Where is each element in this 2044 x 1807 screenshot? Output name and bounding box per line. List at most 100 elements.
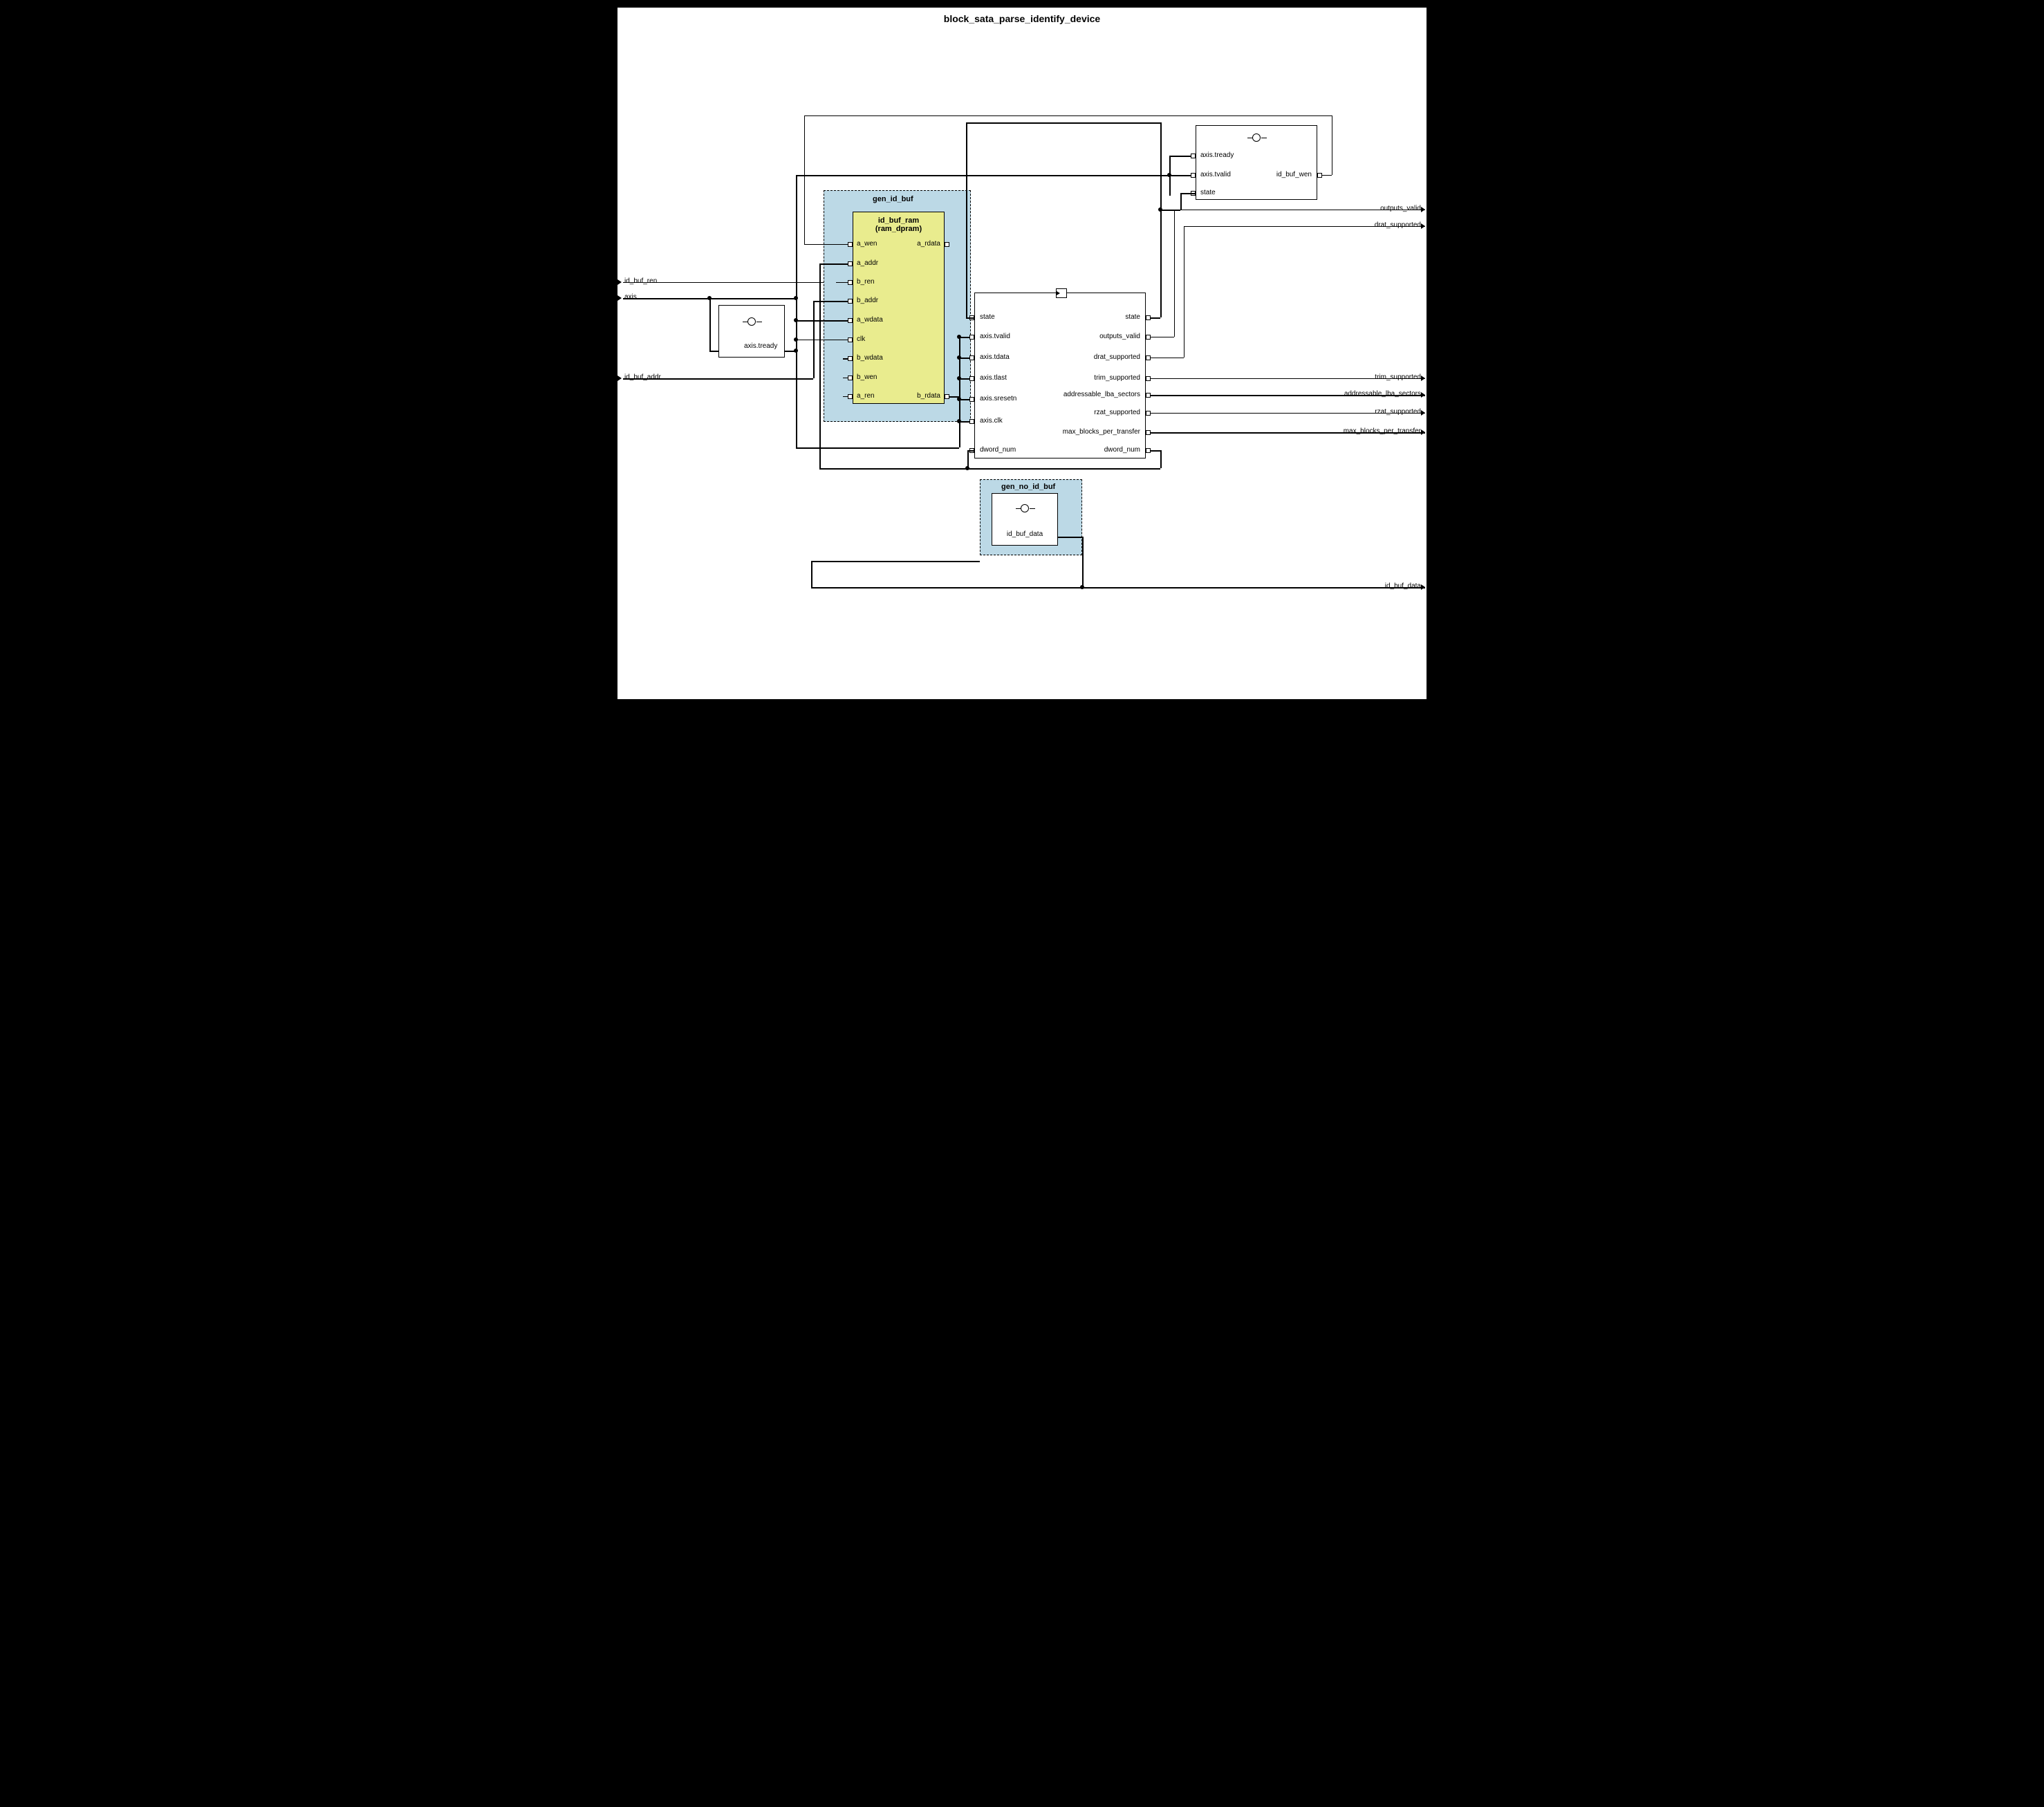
port-mark (848, 394, 853, 399)
main-port-state-in: state (980, 313, 995, 321)
junction-dot (957, 376, 961, 380)
combo-icon (1247, 133, 1267, 142)
junction-dot (1158, 207, 1162, 212)
wire-bus (819, 468, 967, 470)
ext-port-out-arrow (1421, 584, 1425, 590)
wire (1174, 210, 1175, 337)
ext-port-in-arrow (617, 279, 622, 285)
port-mark (1146, 355, 1151, 360)
main-port-sresetn: axis.sresetn (980, 395, 1016, 402)
wire-bus (1082, 537, 1084, 587)
main-port-tlast: axis.tlast (980, 374, 1007, 382)
wire (804, 115, 1332, 116)
port-mark (1146, 448, 1151, 453)
junction-dot (957, 419, 961, 423)
port-mark (1146, 376, 1151, 381)
ram-port-clk: clk (857, 335, 865, 343)
main-port-rzat_supported: rzat_supported (1094, 409, 1140, 416)
wire-bus (1151, 450, 1160, 452)
port-mark (969, 335, 974, 340)
port-mark (945, 242, 949, 247)
gen_id_buf-title: gen_id_buf (873, 195, 913, 203)
wire-bus (709, 298, 796, 299)
main-port-dword_num-in: dword_num (980, 446, 1016, 454)
combo-icon (743, 317, 762, 326)
ram-port-a_wdata: a_wdata (857, 316, 883, 324)
wire-bus (709, 351, 718, 352)
main-port-clk: axis.clk (980, 417, 1003, 425)
wire-bus (796, 175, 1169, 176)
wire-bus (819, 263, 836, 265)
wire-bus (967, 450, 974, 452)
ram-port-b_addr: b_addr (857, 297, 878, 304)
wire-bus (709, 298, 711, 351)
ext-port-id_buf_addr: id_buf_addr (624, 373, 661, 381)
wire-bus (819, 263, 821, 468)
junction-dot (957, 355, 961, 360)
ram-port-b_wdata: b_wdata (857, 354, 883, 362)
ram-port-a_ren: a_ren (857, 392, 875, 400)
main-port-trim_supported: trim_supported (1094, 374, 1140, 382)
junction-dot (1080, 585, 1084, 589)
port-mark (1146, 430, 1151, 435)
id_buf_data-combo-block: id_buf_data (992, 493, 1058, 546)
ext-port-out-arrow (1421, 223, 1425, 229)
junction-dot (957, 335, 961, 339)
port-mark (1146, 335, 1151, 340)
wire-bus (813, 301, 815, 378)
main-port-tvalid: axis.tvalid (980, 333, 1010, 340)
register-icon (1056, 288, 1067, 298)
wire-bus (811, 587, 1425, 589)
junction-dot (794, 318, 798, 322)
ext-port-axis: axis (624, 293, 637, 301)
main-port-state-out: state (1125, 313, 1140, 321)
wire (1322, 175, 1332, 176)
wire-bus (966, 122, 1160, 124)
port-mark (848, 280, 853, 285)
diagram-title: block_sata_parse_identify_device (617, 13, 1427, 24)
wire-bus (1180, 193, 1182, 210)
wire-bus (623, 378, 813, 380)
main-port-tdata: axis.tdata (980, 353, 1010, 361)
port-mark (848, 261, 853, 266)
port-mark (969, 376, 974, 381)
port-mark (969, 419, 974, 424)
top-port-tready: axis.tready (1200, 151, 1234, 159)
id_buf_ram-name: id_buf_ram (853, 216, 944, 225)
wire-bus (811, 561, 812, 587)
wire-bus (836, 263, 848, 265)
port-mark (945, 394, 949, 399)
ram-port-b_wen: b_wen (857, 373, 877, 381)
port-mark (848, 356, 853, 361)
ram-port-a_addr: a_addr (857, 259, 878, 267)
junction-dot (794, 296, 798, 300)
id_buf_data-port: id_buf_data (992, 530, 1057, 538)
main-port-dword_num-out: dword_num (1104, 446, 1140, 454)
wire-bus (1058, 537, 1082, 538)
wire-bus (796, 320, 836, 322)
ext-max_blocks_per_transfer: max_blocks_per_transfer (1344, 427, 1421, 435)
ext-port-out-arrow (1421, 207, 1425, 212)
ext-port-out-arrow (1421, 392, 1425, 398)
wire-bus (623, 298, 709, 299)
port-mark (848, 299, 853, 304)
wire (843, 396, 848, 397)
port-mark (848, 242, 853, 247)
ext-port-out-arrow (1421, 429, 1425, 435)
id_buf_ram-type: (ram_dpram) (853, 225, 944, 233)
ram-port-a_wen: a_wen (857, 240, 877, 248)
ext-port-out-arrow (1421, 376, 1425, 381)
port-mark (969, 355, 974, 360)
combo-icon (1016, 503, 1035, 513)
top-port-state: state (1200, 189, 1216, 196)
wire-bus (967, 468, 1160, 470)
port-mark (848, 318, 853, 323)
wire-bus (796, 175, 797, 447)
port-mark (1191, 154, 1196, 158)
wire-bus (813, 301, 836, 302)
ext-rzat_supported: rzat_supported (1375, 408, 1421, 416)
port-mark (1146, 315, 1151, 320)
wire-bus (966, 317, 974, 319)
wire (836, 282, 848, 283)
wire (804, 115, 805, 244)
